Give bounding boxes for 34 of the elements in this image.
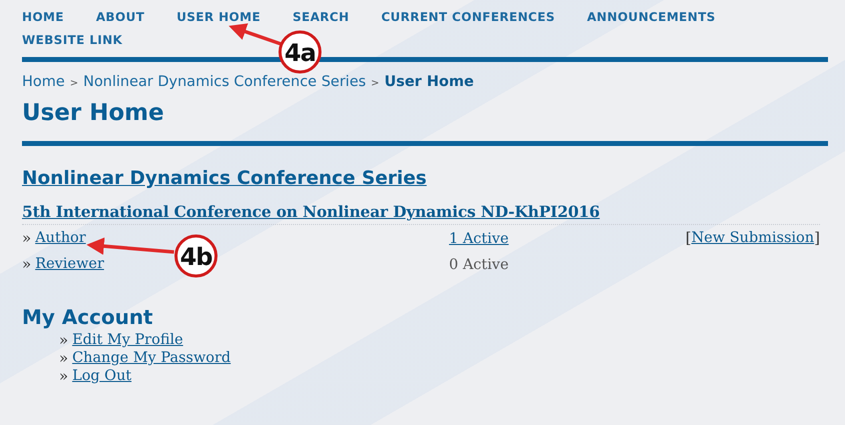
- breadcrumb-separator: >: [370, 78, 380, 89]
- nav-link[interactable]: SEARCH: [292, 8, 350, 27]
- active-count: 0 Active: [449, 257, 509, 273]
- new-submission-link[interactable]: New Submission: [691, 230, 814, 246]
- nav-link[interactable]: WEBSITE LINK: [22, 31, 123, 50]
- role-link[interactable]: Author: [35, 230, 86, 246]
- breadcrumb-link[interactable]: Nonlinear Dynamics Conference Series: [83, 74, 366, 90]
- account-link[interactable]: Edit My Profile: [72, 331, 184, 349]
- nav-link[interactable]: USER HOME: [176, 8, 261, 27]
- role-link[interactable]: Reviewer: [35, 256, 104, 272]
- bullet-mark: »: [59, 349, 68, 367]
- active-count-link[interactable]: 1 Active: [449, 231, 509, 247]
- bullet-mark: »: [22, 255, 32, 273]
- callout-badge: 4a: [278, 30, 322, 74]
- bracket-text: [: [685, 229, 692, 247]
- breadcrumb-link[interactable]: Home: [22, 74, 65, 90]
- bracket-text: ]: [814, 229, 820, 247]
- nav-link[interactable]: CURRENT CONFERENCES: [381, 8, 555, 27]
- account-link[interactable]: Log Out: [72, 367, 132, 385]
- bullet-mark: »: [22, 229, 32, 247]
- nav-link[interactable]: ABOUT: [96, 8, 145, 27]
- account-link[interactable]: Change My Password: [72, 349, 231, 367]
- conference-link[interactable]: 5th International Conference on Nonlinear Dynamics ND-KhPI2016: [22, 202, 820, 225]
- bullet-mark: »: [59, 367, 68, 385]
- journal-link[interactable]: Nonlinear Dynamics Conference Series: [22, 168, 427, 189]
- section-heading: My Account: [22, 305, 154, 329]
- nav-link[interactable]: HOME: [22, 8, 64, 27]
- bullet-mark: »: [59, 331, 68, 349]
- nav-link[interactable]: ANNOUNCEMENTS: [587, 8, 716, 27]
- breadcrumb-separator: >: [70, 78, 78, 89]
- breadcrumb-link[interactable]: User Home: [384, 74, 474, 90]
- callout-arrow: [228, 23, 282, 46]
- callout-badge: 4b: [174, 234, 218, 278]
- page-title: User Home: [22, 99, 165, 128]
